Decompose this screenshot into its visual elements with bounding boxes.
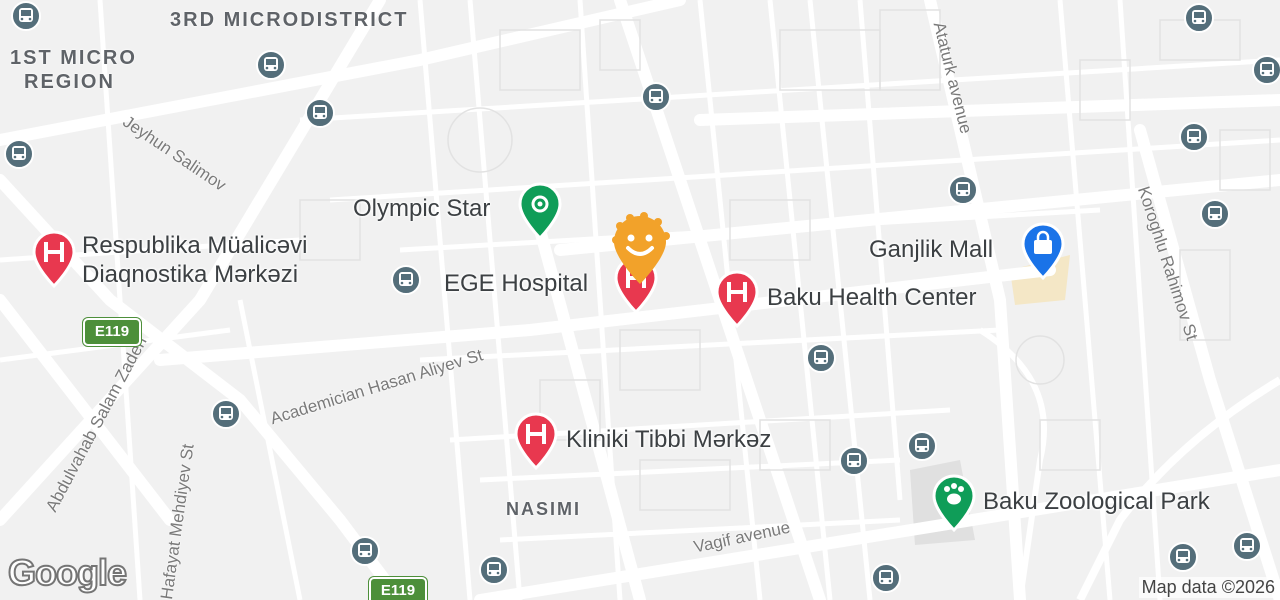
bus-stop-icon[interactable] [305,98,335,128]
map-attribution[interactable]: Map data ©2026 [1138,577,1278,598]
bus-stop-icon[interactable] [391,265,421,295]
respublika-label-line2[interactable]: Diaqnostika Mərkəzi [82,261,298,289]
hospital-pin[interactable] [30,230,78,288]
district-nasimi: NASIMI [506,499,581,519]
google-logo: Google [7,551,128,594]
bus-stop-icon[interactable] [1200,199,1230,229]
bus-stop-icon[interactable] [211,399,241,429]
olympic-star-pin[interactable] [516,182,564,240]
bus-stop-icon[interactable] [350,536,380,566]
bus-stop-icon[interactable] [1252,55,1280,85]
hospital-pin[interactable] [713,270,761,328]
map-canvas[interactable]: 3RD MICRODISTRICT 1ST MICRO REGION NASIM… [0,0,1280,600]
selected-place-marker-icon[interactable] [608,212,672,286]
district-3rd-microdistrict: 3RD MICRODISTRICT [170,9,409,31]
bus-stop-icon[interactable] [11,1,41,31]
bus-stop-icon[interactable] [1179,122,1209,152]
ganjlik-mall-label[interactable]: Ganjlik Mall [869,236,993,264]
respublika-label-line1[interactable]: Respublika Müalicəvi [82,232,307,260]
bus-stop-icon[interactable] [4,139,34,169]
bus-stop-icon[interactable] [907,431,937,461]
bus-stop-icon[interactable] [1232,531,1262,561]
bus-stop-icon[interactable] [641,82,671,112]
district-1st-micro-line1: 1ST MICRO [10,47,137,69]
bus-stop-icon[interactable] [1168,542,1198,572]
bus-stop-icon[interactable] [1184,3,1214,33]
bus-stop-icon[interactable] [256,50,286,80]
district-1st-micro-line2: REGION [24,71,115,93]
zoo-pin[interactable] [930,474,978,532]
shopping-pin[interactable] [1019,222,1067,280]
bus-stop-icon[interactable] [479,555,509,585]
ege-hospital-label[interactable]: EGE Hospital [444,270,588,298]
bus-stop-icon[interactable] [806,343,836,373]
olympic-star-label[interactable]: Olympic Star [353,195,490,223]
hospital-pin[interactable] [512,412,560,470]
baku-zoo-label[interactable]: Baku Zoological Park [983,488,1210,516]
route-shield-e119: E119 [369,577,427,600]
bus-stop-icon[interactable] [948,175,978,205]
route-shield-e119: E119 [83,318,141,346]
baku-health-center-label[interactable]: Baku Health Center [767,284,976,312]
bus-stop-icon[interactable] [839,446,869,476]
bus-stop-icon[interactable] [871,563,901,593]
kliniki-tibbi-label[interactable]: Kliniki Tibbi Mərkəz [566,426,771,454]
